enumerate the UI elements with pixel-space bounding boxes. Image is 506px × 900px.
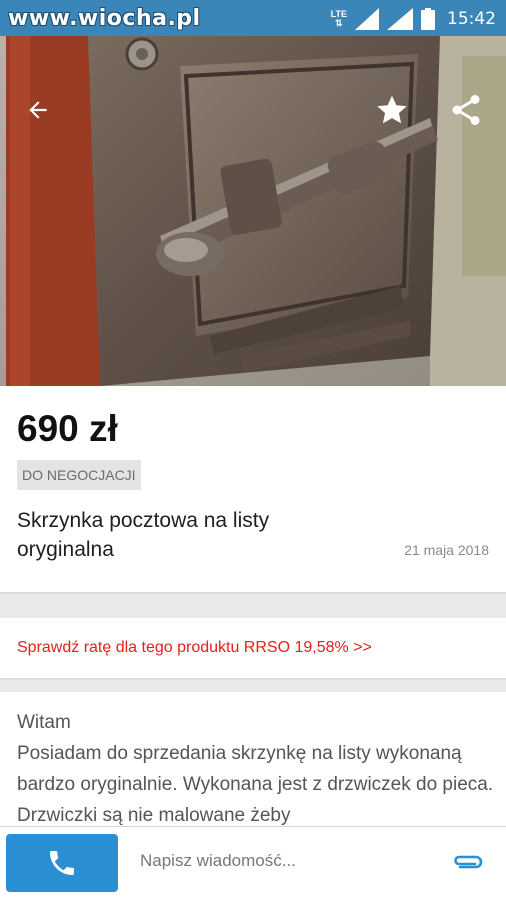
battery-icon xyxy=(421,8,435,30)
star-icon xyxy=(377,95,407,124)
message-bar xyxy=(0,826,506,900)
share-button[interactable] xyxy=(446,90,486,130)
installment-card[interactable]: Sprawdź ratę dla tego produktu RRSO 19,5… xyxy=(0,618,506,680)
attach-button[interactable] xyxy=(452,851,484,873)
description-greeting: Witam xyxy=(17,712,71,733)
negotiable-badge: DO NEGOCJACJI xyxy=(17,460,141,490)
listing-title: Skrzynka pocztowa na listy oryginalna xyxy=(17,509,270,561)
signal-icon xyxy=(355,8,379,30)
watermark: www.wiocha.pl xyxy=(8,6,201,31)
share-icon xyxy=(452,95,480,125)
listing-summary: 690 zł DO NEGOCJACJI Skrzynka pocztowa n… xyxy=(0,386,506,594)
status-bar: www.wiocha.pl LTE ⇅ 15:42 xyxy=(0,0,506,36)
call-button[interactable] xyxy=(6,834,118,892)
signal-icon xyxy=(387,8,413,30)
clock: 15:42 xyxy=(447,9,496,29)
price: 690 zł xyxy=(17,408,118,449)
description-card: Witam Posiadam do sprzedania skrzynkę na… xyxy=(0,692,506,832)
paperclip-icon xyxy=(454,855,483,869)
message-input[interactable] xyxy=(140,851,420,871)
photo-stove-door xyxy=(0,36,506,386)
network-type: LTE ⇅ xyxy=(330,9,347,28)
listing-photo[interactable] xyxy=(0,36,506,386)
listing-date: 21 maja 2018 xyxy=(404,542,489,558)
back-arrow-icon xyxy=(29,101,47,119)
description-text: Posiadam do sprzedania skrzynkę na listy… xyxy=(17,743,494,826)
status-icons: LTE ⇅ 15:42 xyxy=(331,6,496,32)
back-button[interactable] xyxy=(18,90,58,130)
phone-icon xyxy=(50,851,74,875)
installment-link[interactable]: Sprawdź ratę dla tego produktu RRSO 19,5… xyxy=(17,639,372,657)
favorite-button[interactable] xyxy=(372,90,412,130)
